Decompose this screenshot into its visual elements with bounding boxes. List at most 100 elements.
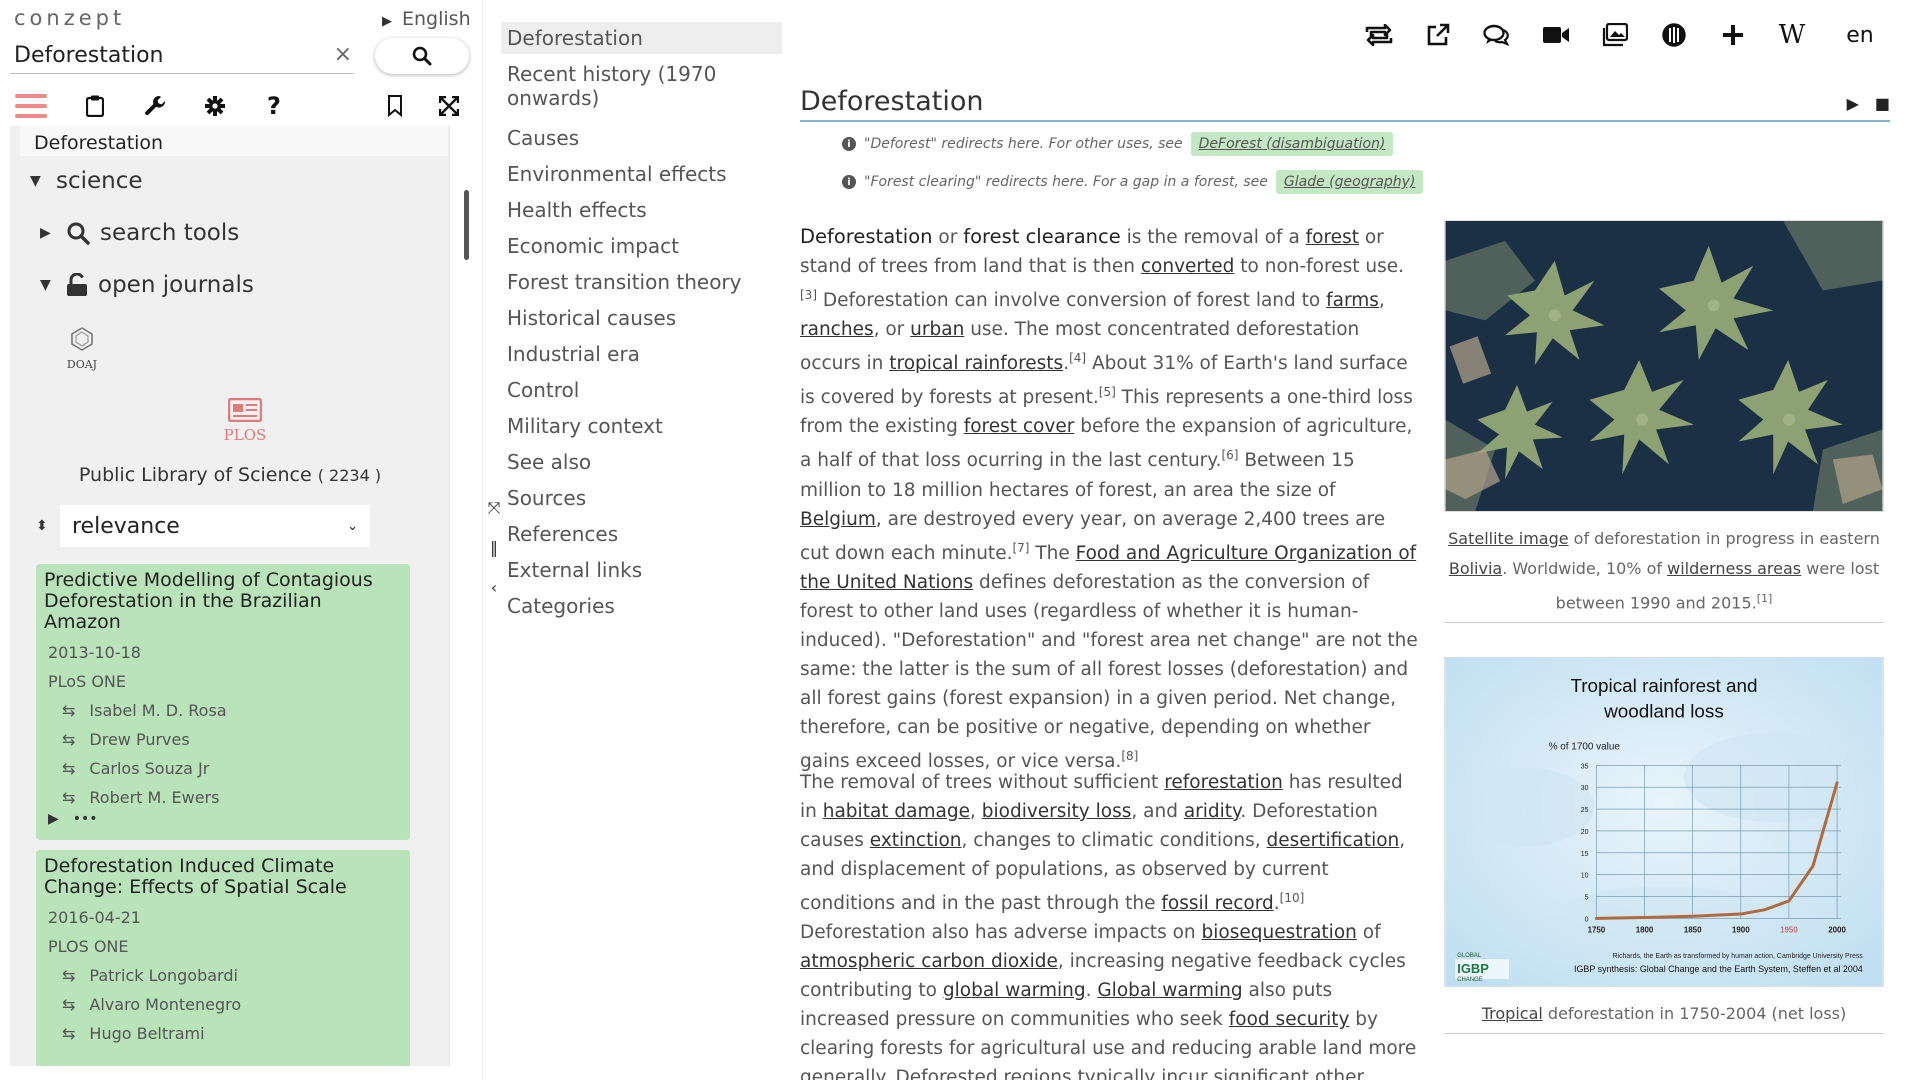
toc-item[interactable]: Historical causes: [501, 302, 783, 334]
bookmark-button[interactable]: [378, 88, 412, 124]
toc-item[interactable]: Military context: [501, 410, 783, 442]
toc-item[interactable]: Causes: [501, 122, 783, 154]
hatnote-link[interactable]: Glade (geography): [1275, 170, 1424, 194]
toc-item[interactable]: Sources: [501, 482, 783, 514]
plos-source[interactable]: PLOS: [210, 397, 280, 444]
tree-node-search-tools[interactable]: ▶ search tools: [40, 220, 239, 246]
clear-icon[interactable]: ×: [334, 42, 352, 67]
article-link[interactable]: ranches: [800, 319, 874, 340]
toc-item[interactable]: Health effects: [501, 194, 783, 226]
settings-button[interactable]: [198, 88, 232, 124]
doaj-source[interactable]: DOAJ: [54, 326, 110, 371]
author-item[interactable]: ⇆ Isabel M. D. Rosa: [44, 701, 402, 720]
toc-item[interactable]: External links: [501, 554, 783, 586]
triangle-down-icon: ▼: [40, 277, 51, 293]
caption-link[interactable]: Tropical: [1482, 1004, 1543, 1023]
expand-icon[interactable]: ⤧: [483, 498, 505, 518]
article-link[interactable]: habitat damage: [823, 801, 970, 822]
author-item[interactable]: ⇆ Alvaro Montenegro: [44, 995, 402, 1014]
video-button[interactable]: [1539, 18, 1573, 52]
toc-item[interactable]: Industrial era: [501, 338, 783, 370]
toc-item[interactable]: Categories: [501, 590, 783, 622]
retweet-button[interactable]: [1362, 18, 1396, 52]
tools-button[interactable]: [138, 88, 172, 124]
article-link[interactable]: Food and Agriculture Organization of the…: [800, 543, 1416, 593]
scrollbar[interactable]: [464, 190, 469, 260]
search-button[interactable]: [375, 38, 469, 74]
article-link[interactable]: Global warming: [1097, 980, 1242, 1001]
article-link[interactable]: biosequestration: [1202, 922, 1357, 943]
toc-item[interactable]: Deforestation: [501, 22, 783, 54]
toc-item[interactable]: Forest transition theory: [501, 266, 783, 298]
article-link[interactable]: food security: [1229, 1009, 1350, 1030]
toc-item[interactable]: Control: [501, 374, 783, 406]
add-button[interactable]: [1716, 18, 1750, 52]
images-button[interactable]: [1598, 18, 1632, 52]
card-date: 2013-10-18: [48, 643, 141, 662]
sort-select[interactable]: relevance ⌄: [60, 505, 370, 547]
author-item[interactable]: ⇆ Robert M. Ewers: [44, 788, 402, 807]
play-icon[interactable]: ▶: [48, 811, 59, 827]
doaj-logo-icon: [71, 327, 93, 351]
result-card[interactable]: Deforestation Induced Climate Change: Ef…: [36, 850, 410, 1066]
tree-node-open-journals[interactable]: ▼ open journals: [40, 272, 254, 298]
archive-button[interactable]: [1657, 18, 1691, 52]
play-icon[interactable]: ▶: [1847, 94, 1859, 113]
author-item[interactable]: ⇆ Drew Purves: [44, 730, 402, 749]
x-tick-label: 2000: [1828, 925, 1846, 934]
article-link[interactable]: urban: [910, 319, 964, 340]
fullscreen-button[interactable]: [432, 88, 466, 124]
language-button[interactable]: en: [1834, 18, 1880, 52]
chevron-left-icon[interactable]: ‹: [483, 578, 505, 597]
card-title[interactable]: Predictive Modelling of Contagious Defor…: [44, 570, 402, 633]
article-link[interactable]: tropical rainforests: [889, 353, 1063, 374]
card-controls: ▶ •••: [44, 811, 402, 827]
caption-link[interactable]: Satellite image: [1448, 529, 1568, 548]
language-selector[interactable]: ▶ English: [382, 8, 471, 30]
pause-icon[interactable]: ‖: [483, 538, 505, 557]
article-link[interactable]: forest cover: [964, 416, 1075, 437]
menu-button[interactable]: [14, 88, 48, 124]
help-button[interactable]: ?: [257, 88, 291, 124]
article-link[interactable]: atmospheric carbon dioxide: [800, 951, 1058, 972]
more-icon[interactable]: •••: [73, 811, 98, 827]
author-item[interactable]: ⇆ Patrick Longobardi: [44, 966, 402, 985]
stop-icon[interactable]: ■: [1875, 94, 1890, 113]
article-link[interactable]: aridity: [1184, 801, 1241, 822]
toc-item[interactable]: Economic impact: [501, 230, 783, 262]
wikipedia-button[interactable]: W: [1775, 18, 1809, 52]
app-logo[interactable]: conzept: [14, 6, 125, 30]
satellite-image[interactable]: [1444, 220, 1884, 512]
toc-item[interactable]: Environmental effects: [501, 158, 783, 190]
bold-term: Deforestation: [800, 225, 933, 248]
article-link[interactable]: farms: [1326, 290, 1379, 311]
article-link[interactable]: desertification: [1267, 830, 1400, 851]
caption-ref[interactable]: [1]: [1757, 592, 1773, 605]
article-link[interactable]: fossil record: [1161, 893, 1273, 914]
article-link[interactable]: Belgium: [800, 509, 876, 530]
clipboard-icon: [86, 95, 104, 117]
toc-item[interactable]: Recent history (1970 onwards): [501, 58, 783, 114]
article-link[interactable]: converted: [1141, 256, 1235, 277]
article-link[interactable]: extinction: [870, 830, 962, 851]
article-link[interactable]: reforestation: [1164, 772, 1283, 793]
toc-item[interactable]: References: [501, 518, 783, 550]
card-title[interactable]: Deforestation Induced Climate Change: Ef…: [44, 856, 402, 898]
loss-chart[interactable]: Tropical rainforest and woodland loss % …: [1444, 657, 1884, 987]
article-link[interactable]: global warming: [943, 980, 1086, 1001]
search-input[interactable]: [10, 38, 310, 72]
clipboard-button[interactable]: [78, 88, 112, 124]
article-link[interactable]: biodiversity loss: [982, 801, 1132, 822]
caption-link[interactable]: wilderness areas: [1667, 559, 1801, 578]
tree-node-science[interactable]: ▼ science: [30, 168, 143, 194]
result-card[interactable]: Predictive Modelling of Contagious Defor…: [36, 564, 410, 840]
author-item[interactable]: ⇆ Carlos Souza Jr: [44, 759, 402, 778]
hatnote-link[interactable]: DeForest (disambiguation): [1190, 132, 1394, 156]
toc-item[interactable]: See also: [501, 446, 783, 478]
author-name: Hugo Beltrami: [89, 1024, 205, 1043]
author-item[interactable]: ⇆ Hugo Beltrami: [44, 1024, 402, 1043]
external-link-button[interactable]: [1421, 18, 1455, 52]
comments-button[interactable]: [1480, 18, 1514, 52]
article-link[interactable]: forest: [1306, 227, 1359, 248]
caption-link[interactable]: Bolivia: [1449, 559, 1502, 578]
